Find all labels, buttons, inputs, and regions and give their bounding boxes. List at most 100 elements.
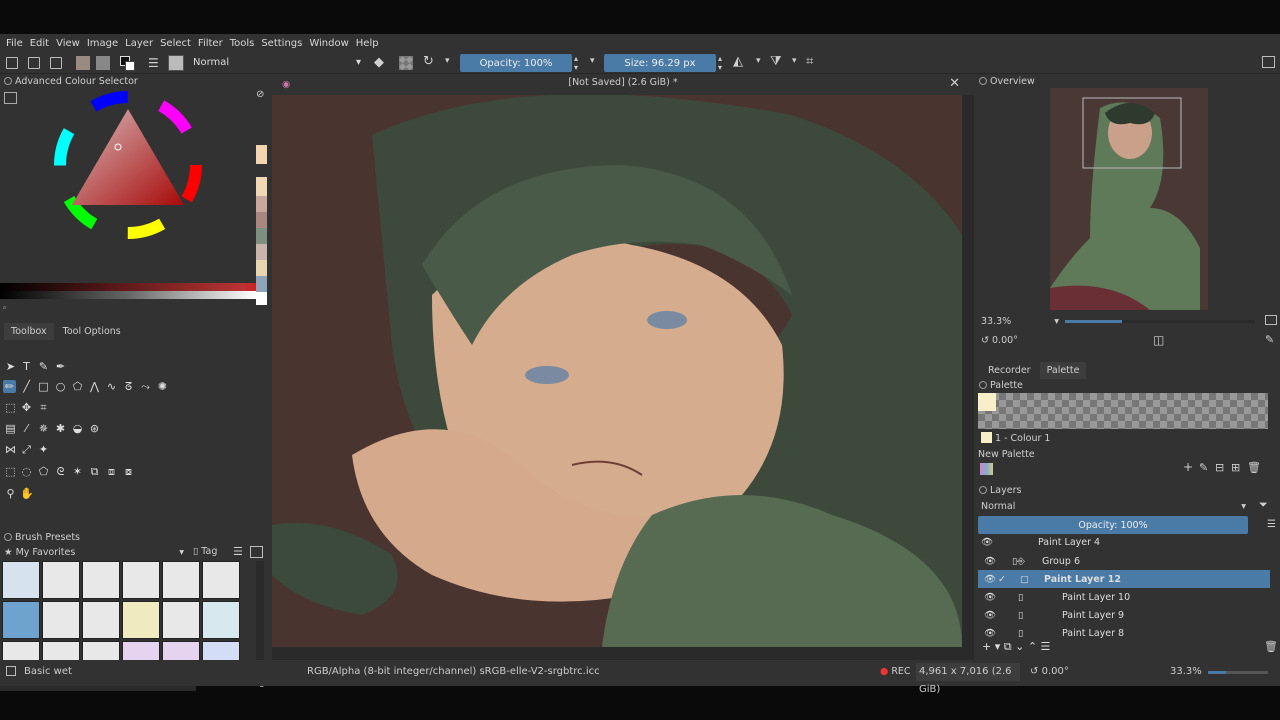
status-image-size[interactable]: 4,961 x 7,016 (2.6 GiB) [916,663,1020,695]
brush-preset-6[interactable] [202,561,240,599]
tag-button[interactable]: ▯ Tag [193,546,217,557]
transform-icon[interactable]: ⬚ [4,401,17,414]
fit-view-icon[interactable] [1265,315,1277,325]
palette-chooser-icon[interactable] [980,463,993,475]
mirror-vertical-icon[interactable]: ⧩ [770,54,782,69]
brush-preset-12[interactable] [202,601,240,639]
fill-icon[interactable]: ◒ [71,422,84,435]
menu-window[interactable]: Window [309,38,348,49]
status-zoom-slider[interactable] [1208,671,1268,674]
brush-preset-1[interactable] [2,561,40,599]
similar-select-icon[interactable]: ⧉ [88,465,101,478]
properties-icon[interactable]: ☰ [1041,640,1051,653]
menu-layer[interactable]: Layer [125,38,153,49]
eye-icon[interactable]: 👁 [978,537,1038,547]
edit-shapes-icon[interactable]: ✎ [37,360,50,373]
tag-select[interactable]: ★ My Favorites ▾ [0,546,188,560]
layer-row-selected[interactable]: 👁 ✓ ▢ Paint Layer 12 [978,570,1270,588]
pin-icon[interactable]: ✎ [1265,333,1274,346]
color-wheel[interactable] [50,87,206,243]
rectangle-icon[interactable]: □ [37,380,50,393]
assistant-icon[interactable]: ⋈ [4,443,17,456]
layer-blend-select[interactable]: Normal ▾ [978,499,1250,514]
tab-tool-options[interactable]: Tool Options [56,323,128,340]
brush-scrollbar[interactable] [256,561,264,673]
chevron-down-icon[interactable]: ▾ [756,56,761,66]
blend-mode-select[interactable]: Normal ▾ [189,55,365,71]
move-up-icon[interactable]: ⌃ [1028,640,1037,653]
opacity-stepper-icon[interactable]: ▴ ▾ [574,54,578,72]
polygon-icon[interactable]: ⬠ [71,380,84,393]
palette-grid[interactable] [978,393,1268,429]
colorize-mask-icon[interactable]: ✵ [37,422,50,435]
layer-row[interactable]: 👁 ▯ Paint Layer 10 [978,588,1270,606]
window-layout-icon[interactable] [1262,56,1275,68]
menu-edit[interactable]: Edit [30,38,49,49]
layer-row[interactable]: 👁 Paint Layer 4 [978,537,1270,547]
palette-swatch-1[interactable] [978,393,996,411]
crop-icon[interactable]: ⌗ [37,401,50,414]
tab-recorder[interactable]: Recorder [981,362,1038,379]
open-document-icon[interactable] [28,57,40,69]
import-icon[interactable] [250,546,263,558]
bezier-icon[interactable]: ∿ [105,380,118,393]
menu-view[interactable]: View [56,38,80,49]
polyline-icon[interactable]: ⋀ [88,380,101,393]
status-color-space[interactable]: RGB/Alpha (8-bit integer/channel) sRGB-e… [307,666,600,677]
canvas-vscrollbar[interactable] [962,95,972,647]
menu-tools[interactable]: Tools [230,38,255,49]
menu-image[interactable]: Image [87,38,118,49]
brush-preset-10[interactable] [122,601,160,639]
color-bar-1[interactable] [0,283,256,291]
menu-select[interactable]: Select [160,38,191,49]
brush-settings-icon[interactable]: ☰ [148,56,159,70]
freehand-select-icon[interactable]: ᘓ [54,465,67,478]
pan-icon[interactable]: ✋ [20,487,34,500]
edit-icon[interactable]: ✎ [1199,461,1208,474]
chevron-down-icon[interactable]: ▾ [445,56,450,66]
ellipse-icon[interactable]: ○ [54,380,67,393]
layer-menu-icon[interactable]: ☰ [1267,519,1276,530]
overview-rotation[interactable]: ↺ 0.00° [981,335,1018,346]
duplicate-icon[interactable]: ⧉ [1004,640,1012,653]
enclose-fill-icon[interactable]: ⊛ [88,422,101,435]
preserve-alpha-icon[interactable] [399,56,413,70]
select-shapes-icon[interactable]: ➤ [4,360,17,373]
reference-images-icon[interactable]: ✦ [37,443,50,456]
recent-colors-strip[interactable] [256,145,267,305]
save-palette-icon[interactable]: ⊟ [1215,461,1224,474]
recorder-status[interactable]: ● REC [880,666,911,677]
contiguous-select-icon[interactable]: ✶ [71,465,84,478]
zoom-icon[interactable]: ⚲ [4,487,17,500]
filter-icon[interactable]: ⏷ [1259,498,1268,512]
list-view-icon[interactable]: ☰ [233,545,243,558]
pattern-icon[interactable] [96,56,110,70]
add-icon[interactable]: + [1183,460,1193,474]
background-color-icon[interactable] [125,61,135,71]
freehand-brush-icon[interactable]: ✏ [3,380,16,393]
line-icon[interactable]: ╱ [20,380,33,393]
tab-toolbox[interactable]: Toolbox [4,323,54,340]
brush-preset-8[interactable] [42,601,80,639]
menu-filter[interactable]: Filter [198,38,223,49]
polygon-select-icon[interactable]: ⬠ [37,465,50,478]
move-down-icon[interactable]: ⌄ [1015,640,1024,653]
measure-icon[interactable]: ⤢ [20,443,33,456]
mirror-view-icon[interactable]: ◫ [1153,333,1164,347]
save-icon[interactable] [50,57,62,69]
canvas-hscrollbar[interactable] [272,647,962,657]
color-selector-settings-icon[interactable] [4,92,17,104]
magnetic-select-icon[interactable]: ⧇ [122,465,135,478]
menu-settings[interactable]: Settings [261,38,302,49]
overview-thumbnail[interactable] [1050,88,1208,310]
eye-icon[interactable]: 👁 [984,610,998,621]
grid-icon[interactable]: ⊞ [1231,461,1240,474]
delete-layer-icon[interactable]: 🗑 [1264,640,1278,653]
brush-preset-4[interactable] [122,561,160,599]
color-bar-handle-icon[interactable]: ◦ [2,304,7,314]
eye-icon[interactable]: 👁 [984,628,998,639]
artwork-canvas[interactable] [272,95,962,647]
gradient-icon[interactable] [76,56,90,70]
chevron-down-icon[interactable]: ▾ [590,56,595,66]
status-rotation[interactable]: ↺ 0.00° [1030,666,1069,677]
